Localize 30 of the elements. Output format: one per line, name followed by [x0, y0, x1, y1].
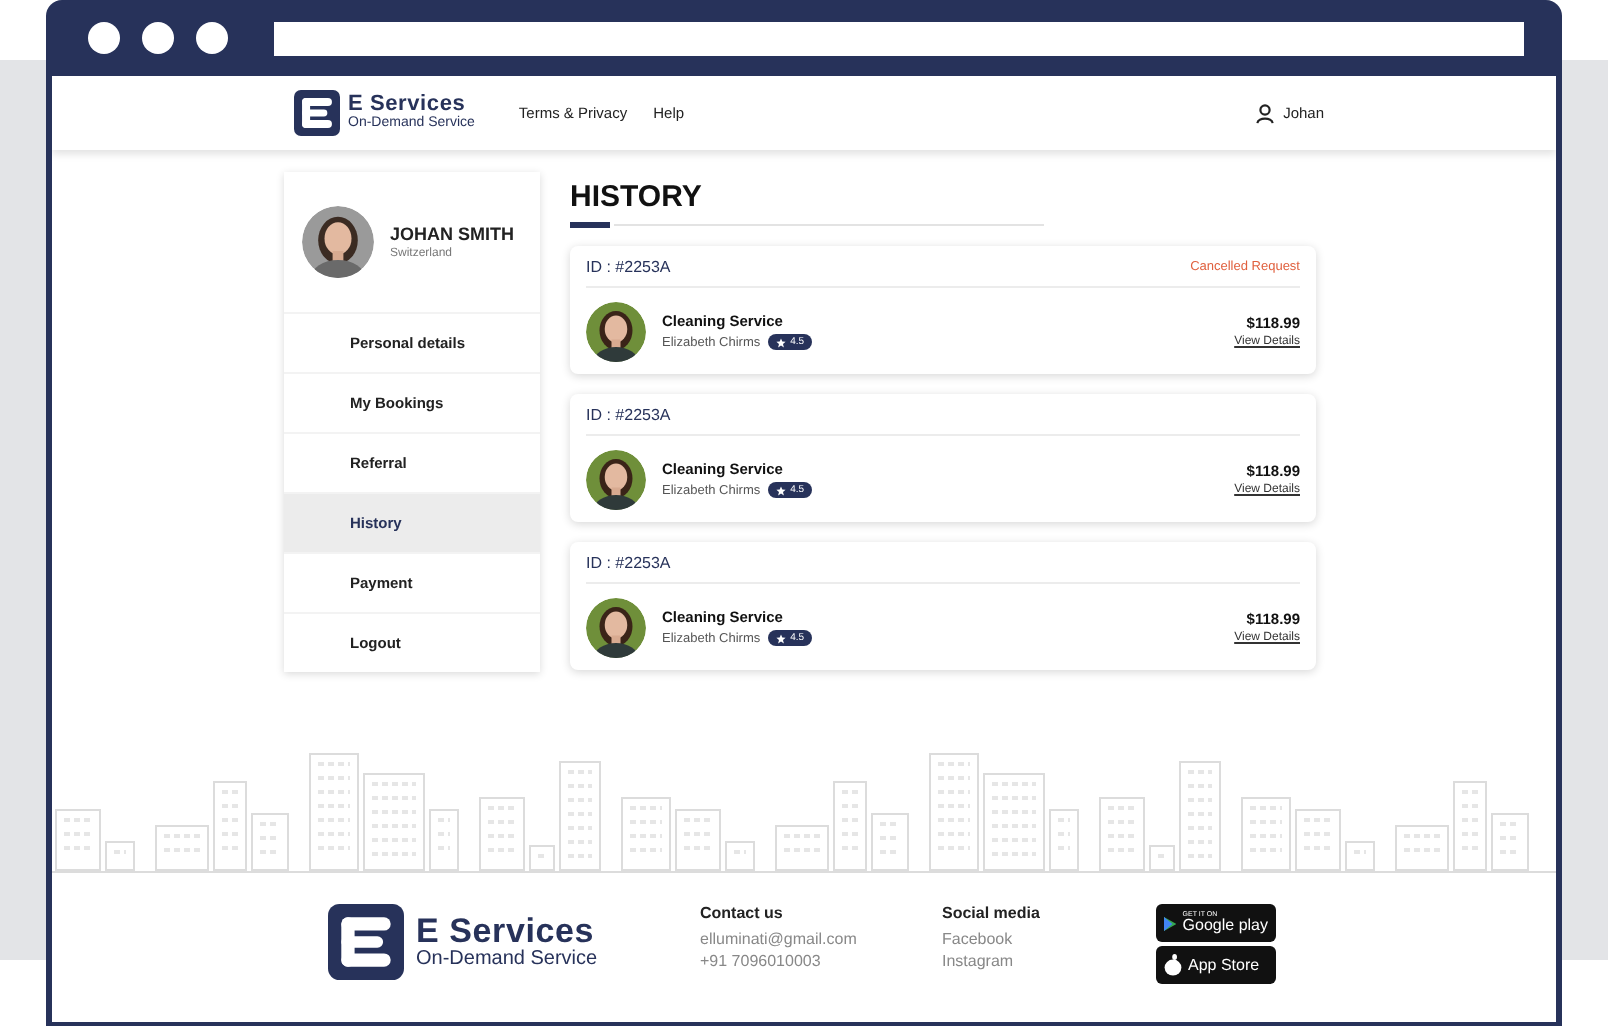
- profile-name: JOHAN SMITH: [390, 224, 515, 244]
- page-title: HISTORY: [570, 180, 704, 214]
- window-dot: [196, 22, 228, 54]
- brand-name: E Services: [416, 913, 595, 949]
- social-title: Social media: [942, 904, 1042, 922]
- store-name: App Store: [1188, 957, 1260, 973]
- address-bar[interactable]: [274, 21, 1524, 55]
- star-icon: [776, 485, 787, 495]
- social-link[interactable]: Facebook: [942, 930, 1156, 952]
- logo-icon: [294, 90, 340, 136]
- play-icon: [1164, 913, 1177, 933]
- window-dot: [142, 22, 174, 54]
- order-id: ID : #2253A: [586, 257, 671, 275]
- star-icon: [776, 633, 787, 643]
- store-name: Google play: [1182, 918, 1268, 935]
- user-icon[interactable]: [1255, 103, 1274, 123]
- logo-icon: [328, 904, 404, 980]
- apple-icon: [1164, 954, 1182, 976]
- contact-title: Contact us: [700, 904, 785, 922]
- window-dot: [88, 22, 120, 54]
- contact-line: elluminati@gmail.com: [700, 930, 859, 952]
- brand-tagline: On-Demand Service: [416, 948, 598, 971]
- brand-name: E Services: [348, 93, 466, 116]
- store-badge[interactable]: App Store: [1156, 946, 1276, 984]
- order-id: ID : #2253A: [586, 553, 671, 571]
- social-link[interactable]: Instagram: [942, 951, 1156, 974]
- title-underline: [570, 222, 610, 228]
- order-id: ID : #2253A: [586, 405, 671, 423]
- contact-line: +91 7096010003: [700, 951, 823, 974]
- star-icon: [776, 337, 787, 347]
